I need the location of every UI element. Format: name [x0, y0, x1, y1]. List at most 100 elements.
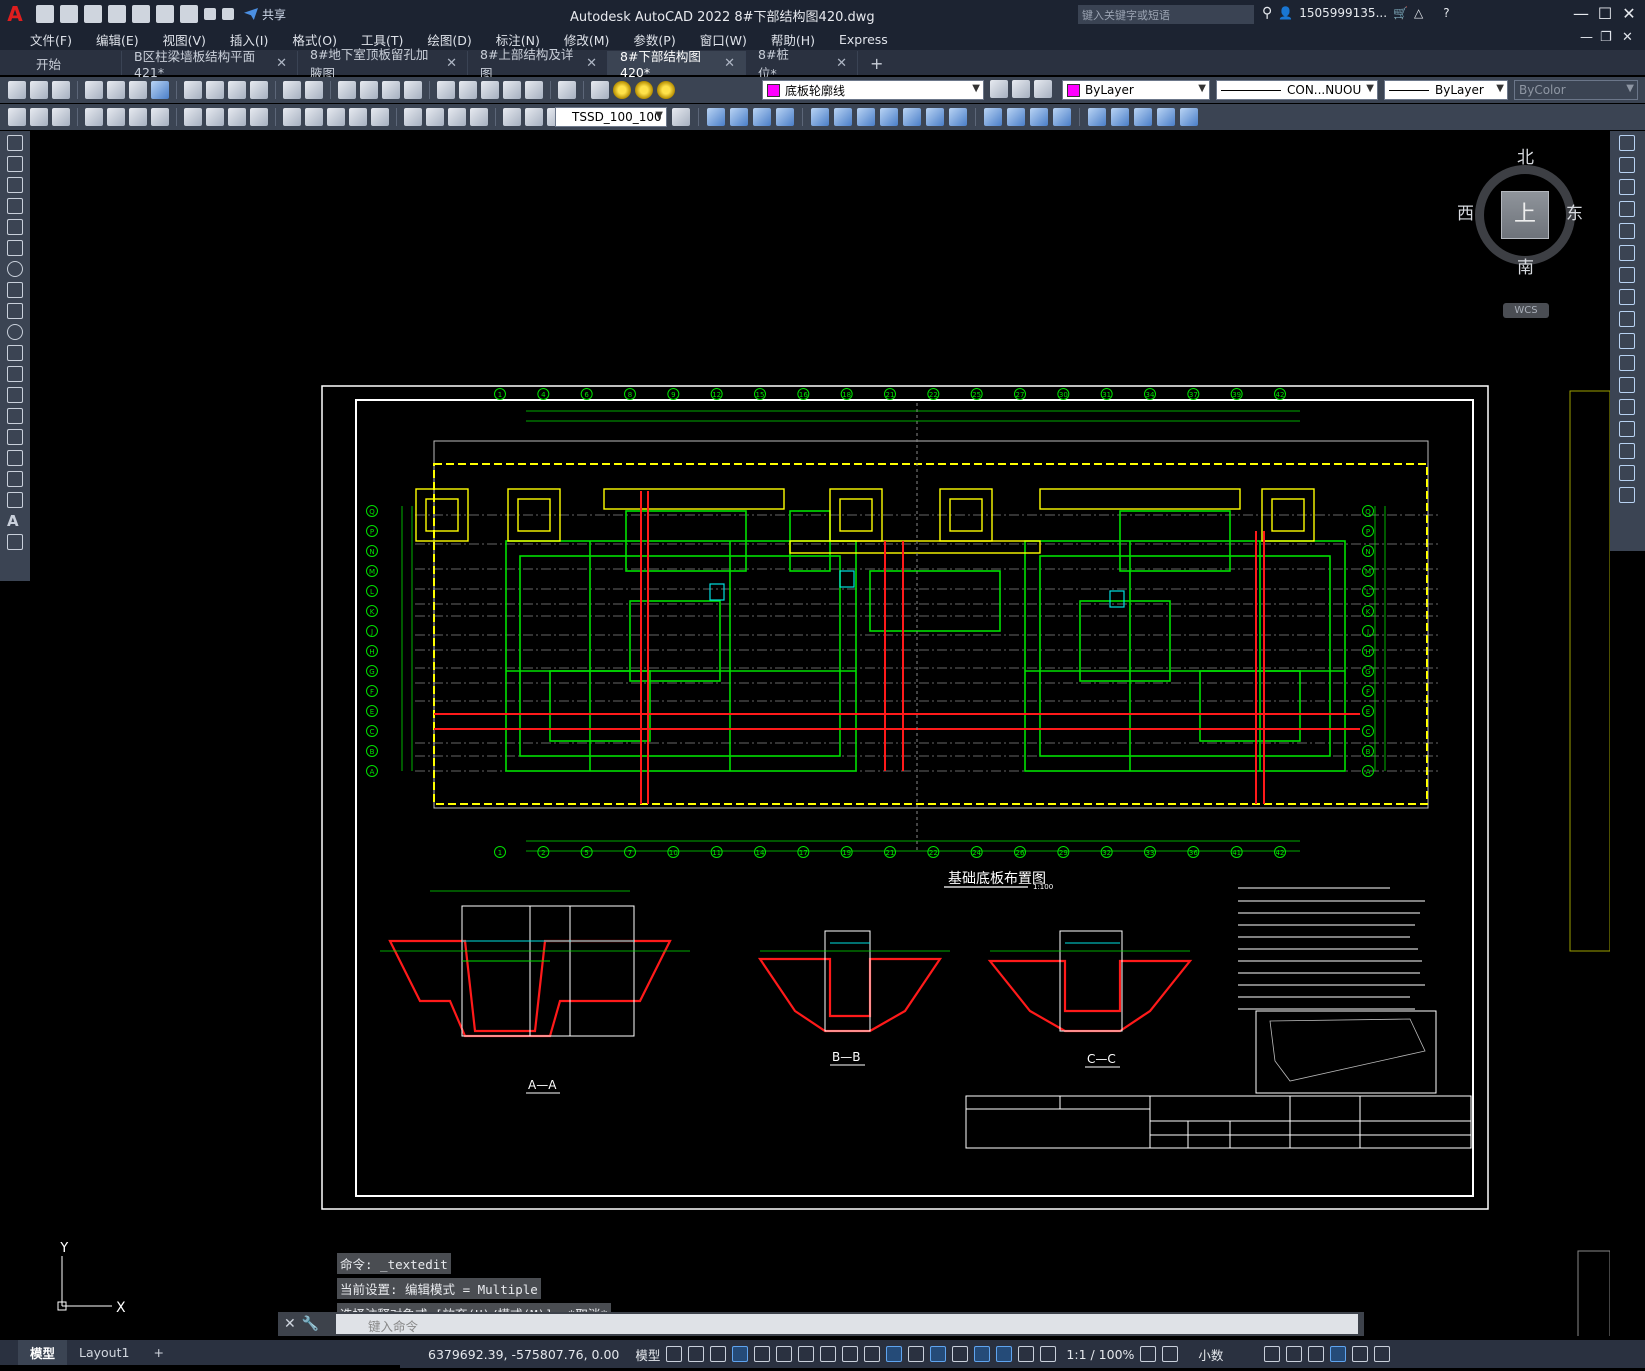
close-icon[interactable]: ✕ [284, 1316, 296, 1332]
dimstyle-dropdown[interactable]: TSSD_100_100 ▼ [555, 107, 667, 127]
close-icon[interactable]: ✕ [446, 56, 457, 71]
ellipse-arc-icon[interactable] [7, 345, 23, 361]
lineweight-icon[interactable] [864, 1346, 881, 1362]
plot-icon[interactable] [85, 81, 103, 99]
compass-north[interactable]: 北 [1517, 143, 1534, 168]
layer-dropdown[interactable]: 底板轮廓线 ▼ [762, 80, 984, 100]
tab-model[interactable]: 模型 [18, 1340, 68, 1365]
model-space-toggle[interactable]: 模型 [635, 1345, 660, 1364]
annotation-monitor-icon[interactable] [1162, 1346, 1179, 1362]
jogged-linear-icon[interactable] [470, 108, 488, 126]
menu-express[interactable]: Express [827, 32, 900, 47]
autocad-logo[interactable]: A [0, 0, 30, 28]
modify-icon[interactable] [1088, 108, 1106, 126]
tab-basement-roof[interactable]: 8#地下室顶板留孔加腋图 ✕ [298, 47, 468, 81]
tool-icon[interactable] [8, 108, 26, 126]
line-icon[interactable] [7, 135, 23, 151]
modify-icon[interactable] [926, 108, 944, 126]
publish-icon[interactable] [129, 81, 147, 99]
tool-icon[interactable] [30, 108, 48, 126]
save-icon[interactable] [84, 5, 102, 23]
auto-scale-icon[interactable] [1040, 1346, 1057, 1362]
linear-dimension-icon[interactable] [85, 108, 103, 126]
autodesk-app-icon[interactable]: △ [1414, 6, 1423, 20]
customization-icon[interactable] [1374, 1346, 1391, 1362]
modify-icon[interactable] [984, 108, 1002, 126]
units-dropdown[interactable]: 小数 [1198, 1345, 1258, 1364]
layer-properties-icon[interactable] [591, 81, 609, 99]
center-mark-icon[interactable] [426, 108, 444, 126]
workspace-gear-icon[interactable] [1140, 1346, 1157, 1362]
spline-icon[interactable] [7, 303, 23, 319]
modify-icon[interactable] [776, 108, 794, 126]
revision-cloud-icon[interactable] [7, 282, 23, 298]
wcs-menu[interactable]: WCS [1503, 303, 1549, 318]
close-icon[interactable]: ✕ [276, 56, 287, 71]
snap-icon[interactable] [688, 1346, 705, 1362]
isolate-objects-icon[interactable] [1308, 1346, 1325, 1362]
sheet-set-icon[interactable] [503, 81, 521, 99]
extend-icon[interactable] [1619, 355, 1635, 371]
trim-icon[interactable] [1619, 333, 1635, 349]
ellipse-icon[interactable] [7, 324, 23, 340]
copy-icon[interactable] [1619, 157, 1635, 173]
gizmo-icon[interactable] [996, 1346, 1013, 1362]
tool-palettes-icon[interactable] [481, 81, 499, 99]
break-icon[interactable] [1619, 377, 1635, 393]
save-icon[interactable] [52, 81, 70, 99]
close-icon[interactable]: ✕ [586, 56, 597, 71]
paste-icon[interactable] [228, 81, 246, 99]
isometric-icon[interactable] [798, 1346, 815, 1362]
open-icon[interactable] [30, 81, 48, 99]
doc-minimize-button[interactable]: — [1580, 30, 1593, 45]
selection-cycling-icon[interactable] [908, 1346, 925, 1362]
minimize-button[interactable]: — [1570, 4, 1592, 24]
radius-icon[interactable] [184, 108, 202, 126]
new-icon[interactable] [8, 81, 26, 99]
transparency-icon[interactable] [886, 1346, 903, 1362]
viewcube-top-face[interactable]: 上 [1501, 191, 1549, 239]
chamfer-icon[interactable] [1619, 421, 1635, 437]
dynamic-input-icon[interactable] [732, 1346, 749, 1362]
table-icon[interactable] [7, 492, 23, 508]
preview-icon[interactable] [107, 81, 125, 99]
dimension-space-icon[interactable] [349, 108, 367, 126]
explode-icon[interactable] [1619, 487, 1635, 503]
mtext-icon[interactable]: A [7, 513, 23, 529]
undo-icon[interactable] [283, 81, 301, 99]
search-input[interactable]: 键入关键字或短语 [1078, 5, 1254, 24]
compass-south[interactable]: 南 [1517, 253, 1534, 278]
new-tab-button[interactable]: + [858, 51, 895, 75]
new-icon[interactable] [36, 5, 54, 23]
tool-icon[interactable] [52, 108, 70, 126]
continue-icon[interactable] [327, 108, 345, 126]
circle-icon[interactable] [7, 261, 23, 277]
modify-icon[interactable] [949, 108, 967, 126]
dynamic-ucs-icon[interactable] [952, 1346, 969, 1362]
print-icon[interactable] [180, 5, 198, 23]
fillet-icon[interactable] [1619, 443, 1635, 459]
diameter-icon[interactable] [228, 108, 246, 126]
help-icon[interactable]: ? [1443, 6, 1449, 20]
annotation-scale[interactable]: 1:1 / 100% [1066, 1347, 1134, 1362]
make-current-layer-icon[interactable] [990, 80, 1008, 98]
gradient-icon[interactable] [7, 450, 23, 466]
drawing-canvas[interactable]: 1 4 6 8 9 12 15 16 18 21 22 25 27 30 31 34 37 39 42 1 2 5 7 10… [30, 131, 1611, 1371]
region-icon[interactable] [7, 471, 23, 487]
open-icon[interactable] [60, 5, 78, 23]
dimension-text-edit-icon[interactable] [525, 108, 543, 126]
modify-icon[interactable] [730, 108, 748, 126]
modify-icon[interactable] [1180, 108, 1198, 126]
save-web-icon[interactable] [156, 5, 174, 23]
hatch-icon[interactable] [7, 429, 23, 445]
rectangle-icon[interactable] [7, 219, 23, 235]
cart-icon[interactable]: 🛒 [1393, 6, 1408, 20]
scale-icon[interactable] [1619, 289, 1635, 305]
plotstyle-dropdown[interactable]: ByColor ▼ [1514, 80, 1638, 100]
ortho-icon[interactable] [754, 1346, 771, 1362]
jogged-icon[interactable] [206, 108, 224, 126]
object-snap-tracking-icon[interactable] [820, 1346, 837, 1362]
dimension-style-icon[interactable] [672, 108, 690, 126]
dimension-break-icon[interactable] [371, 108, 389, 126]
move-icon[interactable] [1619, 245, 1635, 261]
